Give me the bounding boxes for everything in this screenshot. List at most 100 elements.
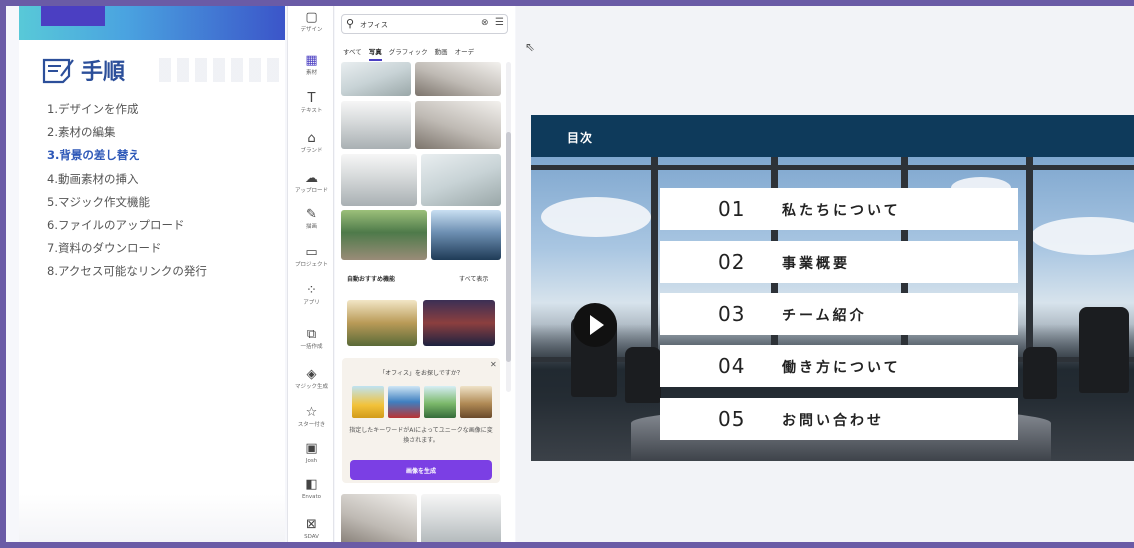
toc-item[interactable]: 03 チーム紹介 xyxy=(660,293,1018,335)
rail-item-label: ブランド xyxy=(300,148,323,154)
toc-number: 01 xyxy=(718,197,746,221)
brand-icon: ⌂ xyxy=(307,131,316,146)
tutorial-panel: 手順 1.デザインを作成 2.素材の編集 3.背景の差し替え 4.動画素材の挿入 5.マ… xyxy=(19,6,285,542)
scroll-handle[interactable] xyxy=(506,132,511,362)
design-icon: ▢ xyxy=(305,10,318,25)
search-input[interactable] xyxy=(360,18,460,31)
rail-item-label: マジック生成 xyxy=(294,384,328,390)
photo-thumb[interactable] xyxy=(421,494,501,542)
app-frame: 手順 1.デザインを作成 2.素材の編集 3.背景の差し替え 4.動画素材の挿入 5.マ… xyxy=(0,0,1134,548)
side-icon-rail: ▢ デザイン ▦ 素材 T テキスト ⌂ ブランド ☁ アップロード ✎ 描画 ▭ プロジェクト ⁘ アプリ ⧉… xyxy=(287,6,335,542)
category-tab[interactable]: オーデ xyxy=(455,46,475,61)
office-chair xyxy=(625,347,661,403)
filter-icon[interactable]: ☰ xyxy=(495,17,504,28)
tutorial-title-row: 手順 xyxy=(41,52,125,88)
toc-item[interactable]: 02 事業概要 xyxy=(660,241,1018,283)
sample-image xyxy=(352,386,384,418)
photo-thumb[interactable] xyxy=(415,101,501,149)
rail-item-label: SDAV xyxy=(304,534,319,540)
media-scrollbar[interactable] xyxy=(506,62,511,392)
notepad-icon xyxy=(42,58,74,84)
toc-item[interactable]: 04 働き方について xyxy=(660,345,1018,387)
category-tabs: すべて 写真 グラフィック 動画 オーデ xyxy=(343,46,474,61)
rail-item-label: アップロード xyxy=(294,188,328,194)
sample-image xyxy=(388,386,420,418)
rail-item[interactable]: ☆ スター付き xyxy=(288,406,335,429)
rail-item-label: 一括作成 xyxy=(300,344,323,350)
rail-item[interactable]: ▣ Josh xyxy=(288,442,335,465)
see-all-link[interactable]: すべて表示 xyxy=(459,274,488,283)
ai-sample-images xyxy=(352,386,492,418)
window-frame xyxy=(651,157,658,367)
toc-item[interactable]: 01 私たちについて xyxy=(660,188,1018,230)
rail-item[interactable]: ⧉ 一括作成 xyxy=(288,328,335,351)
rail-item-label: Josh xyxy=(305,458,318,464)
rail-item[interactable]: ☁ アップロード xyxy=(288,172,335,195)
photo-thumb[interactable] xyxy=(341,210,427,260)
toc-number: 02 xyxy=(718,250,746,274)
photo-thumb[interactable] xyxy=(423,300,495,346)
auto-suggest-title: 自動おすすめ機能 xyxy=(347,276,396,283)
rail-item-label: アプリ xyxy=(303,300,320,306)
media-panel: ⚲ ⊗ ☰ すべて写真グラフィック動画オーデ 自動おすすめ機能 すべて表示 xyxy=(335,6,515,542)
category-tab[interactable]: 写真 xyxy=(368,46,382,61)
tutorial-step: 7.資料のダウンロード xyxy=(47,241,162,256)
rail-item[interactable]: ⌂ ブランド xyxy=(288,132,335,155)
mouse-cursor-icon: ⇖ xyxy=(525,40,536,54)
photo-thumb[interactable] xyxy=(341,154,417,206)
tutorial-step: 8.アクセス可能なリンクの発行 xyxy=(47,264,207,279)
rail-item[interactable]: ⊠ SDAV xyxy=(288,518,335,541)
tutorial-step: 5.マジック作文機能 xyxy=(47,194,150,209)
photo-thumb[interactable] xyxy=(415,62,501,96)
clear-icon[interactable]: ⊗ xyxy=(481,18,489,28)
photo-thumb[interactable] xyxy=(341,494,417,542)
ai-suggestion-card: ✕ 「オフィス」をお探しですか？ 指定したキーワードがAIによってユニークな画像… xyxy=(342,358,500,483)
tutorial-step: 1.デザインを作成 xyxy=(47,102,139,116)
category-tab[interactable]: すべて xyxy=(343,46,362,61)
text-icon: T xyxy=(307,91,316,106)
toc-number: 04 xyxy=(718,354,746,378)
rail-item-label: 描画 xyxy=(305,224,317,230)
rail-item-label: スター付き xyxy=(297,422,326,428)
toc-number: 03 xyxy=(718,302,746,326)
generate-image-button[interactable]: 画像を生成 xyxy=(350,460,492,480)
rail-item[interactable]: ✎ 描画 xyxy=(288,208,335,231)
envato-icon: ◧ xyxy=(305,477,318,492)
search-box[interactable]: ⚲ ⊗ ☰ xyxy=(341,14,508,34)
photo-thumb[interactable] xyxy=(347,300,417,346)
projects-icon: ▭ xyxy=(305,245,318,260)
office-chair xyxy=(1023,347,1057,399)
photo-thumb[interactable] xyxy=(431,210,501,260)
play-button[interactable] xyxy=(573,303,617,347)
tutorial-step: 2.素材の編集 xyxy=(47,125,116,140)
photo-thumb[interactable] xyxy=(341,62,411,96)
toc-text: 私たちについて xyxy=(782,203,901,219)
category-tab[interactable]: グラフィック xyxy=(389,46,428,61)
rail-item[interactable]: ▭ プロジェクト xyxy=(288,246,335,269)
rail-item-label: テキスト xyxy=(300,108,323,114)
photo-thumb[interactable] xyxy=(341,101,411,149)
ai-description: 指定したキーワードがAIによってユニークな画像に変換されます。 xyxy=(349,427,493,444)
rail-item[interactable]: ▦ 素材 xyxy=(288,54,335,77)
tutorial-step: 3.背景の差し替え xyxy=(47,148,140,163)
sample-image xyxy=(460,386,492,418)
photo-thumb[interactable] xyxy=(421,154,501,206)
category-tab[interactable]: 動画 xyxy=(435,46,448,61)
rail-item[interactable]: ◧ Envato xyxy=(288,478,335,501)
rail-item[interactable]: ◈ マジック生成 xyxy=(288,368,335,391)
tutorial-header-band xyxy=(19,6,285,40)
toc-item[interactable]: 05 お問い合わせ xyxy=(660,398,1018,440)
cloud xyxy=(1031,217,1134,255)
rail-item[interactable]: T テキスト xyxy=(288,92,335,115)
ai-question: 「オフィス」をお探しですか？ xyxy=(379,370,463,377)
step-list: 1.デザインを作成 2.素材の編集 3.背景の差し替え 4.動画素材の挿入 5.マジック… xyxy=(47,98,207,284)
tutorial-title: 手順 xyxy=(81,60,126,85)
slide-header[interactable]: 目次 xyxy=(531,115,1134,157)
rail-item[interactable]: ▢ デザイン xyxy=(288,11,335,34)
slide[interactable]: 目次 01 私たちについて 02 事業概要 03 チーム紹介 04 働き方について 05 お問い合… xyxy=(531,115,1134,461)
rail-item-label: 素材 xyxy=(305,70,317,76)
rail-item-label: プロジェクト xyxy=(294,262,328,268)
star-icon: ☆ xyxy=(305,405,318,420)
decorative-pattern xyxy=(159,58,279,82)
rail-item[interactable]: ⁘ アプリ xyxy=(288,284,335,307)
